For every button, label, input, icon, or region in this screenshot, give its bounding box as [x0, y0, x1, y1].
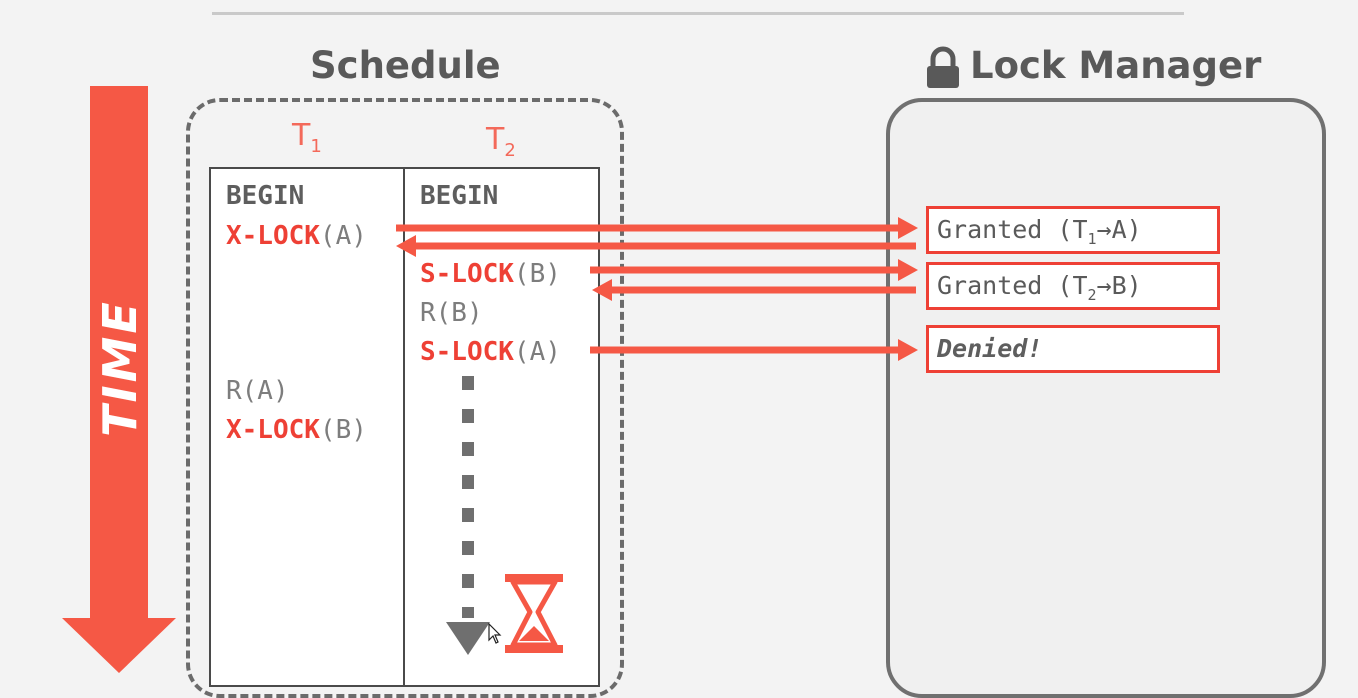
request-arrow-s-lock-b — [590, 259, 918, 281]
request-arrow-s-lock-a — [590, 339, 918, 361]
wait-dotted-arrow — [446, 376, 490, 655]
grant-arrow-t2 — [592, 279, 916, 301]
grant-arrow-t1 — [396, 235, 916, 257]
message-arrows — [396, 217, 918, 655]
hourglass-icon — [505, 574, 563, 653]
mouse-cursor-icon — [488, 623, 502, 644]
request-arrow-x-lock-a — [396, 217, 918, 239]
